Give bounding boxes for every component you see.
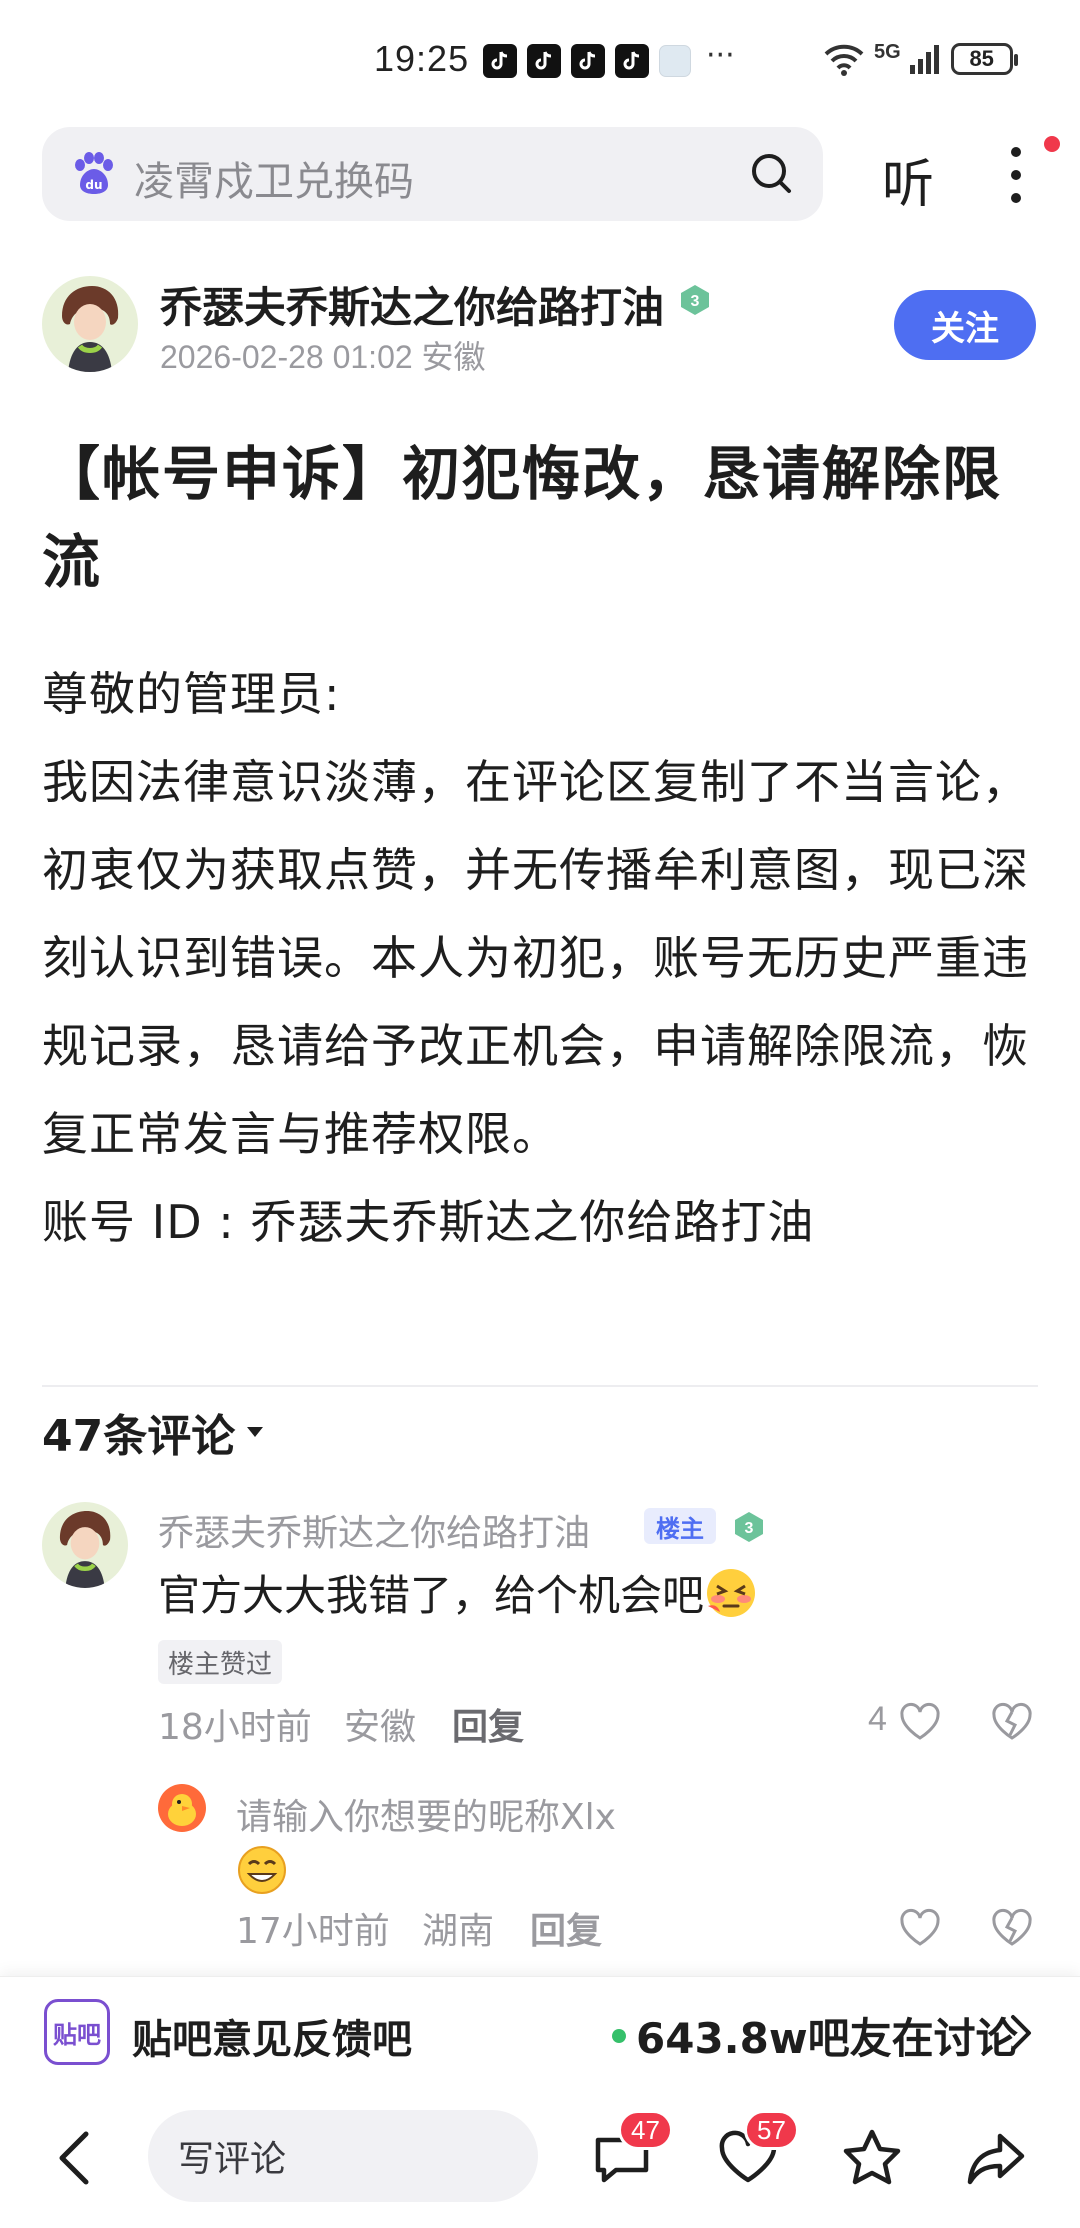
battery-icon: 85	[950, 43, 1018, 75]
comment-count-badge: 47	[618, 2110, 673, 2150]
search-input[interactable]: 凌霄戍卫兑换码	[134, 149, 414, 207]
post-account-id: 账号 ID : 乔瑟夫乔斯达之你给路打油	[42, 1195, 815, 1249]
comment-location: 安徽	[344, 1707, 417, 1748]
svg-text:3: 3	[691, 293, 700, 310]
level-badge-icon: 3	[735, 1512, 763, 1542]
system-indicators: 5G 85	[822, 40, 1018, 76]
post-title: 【帐号申诉】初犯悔改，恳请解除限流	[42, 440, 1003, 596]
forum-logo: 贴吧	[44, 1999, 110, 2065]
like-count: 4	[868, 1700, 887, 1738]
broken-heart-icon[interactable]	[990, 1700, 1034, 1744]
star-icon[interactable]	[840, 2126, 904, 2190]
comment-time: 18小时前	[158, 1707, 312, 1748]
signal-icon	[909, 45, 939, 74]
follow-button[interactable]: 关注	[894, 290, 1036, 360]
forum-entry-bar[interactable]: 贴吧 贴吧意见反馈吧 643.8w吧友在讨论	[0, 1976, 1080, 2088]
caret-down-icon	[247, 1427, 264, 1437]
search-icon[interactable]	[747, 149, 797, 199]
bottom-action-bar: 写评论 47 57	[0, 2088, 1080, 2228]
reply-time: 17小时前	[236, 1911, 390, 1952]
author-name[interactable]: 乔瑟夫乔斯达之你给路打油	[160, 274, 664, 335]
comment-sort-dropdown[interactable]: 47条评论	[42, 1400, 265, 1464]
owner-liked-badge: 楼主赞过	[158, 1640, 283, 1684]
more-notifications-icon: ···	[706, 38, 735, 73]
tiktok-icon	[527, 44, 561, 78]
post-datetime-location: 2026-02-28 01:02 安徽	[160, 339, 486, 375]
app-notification-icon	[659, 45, 691, 77]
tiktok-icon	[571, 44, 605, 78]
reply-avatar[interactable]	[158, 1784, 206, 1832]
broken-heart-icon[interactable]	[990, 1906, 1034, 1950]
reply-button[interactable]: 回复	[530, 1902, 602, 1954]
comment-username[interactable]: 乔瑟夫乔斯达之你给路打油	[158, 1504, 590, 1556]
reply-location: 湖南	[422, 1911, 495, 1952]
listen-button[interactable]: 听	[882, 142, 934, 217]
author-avatar[interactable]	[42, 276, 138, 372]
svg-text:3: 3	[745, 1520, 754, 1537]
notification-icons	[483, 44, 691, 78]
status-bar: 19:25 ··· 5G 85	[0, 0, 1080, 120]
post-greeting: 尊敬的管理员:	[42, 667, 341, 721]
comment-count-label: 47条评论	[42, 1411, 236, 1462]
reply-username[interactable]: 请输入你想要的昵称Xlx	[236, 1788, 616, 1840]
tiktok-icon	[615, 44, 649, 78]
heart-icon[interactable]	[898, 1702, 942, 1742]
tiktok-icon	[483, 44, 517, 78]
more-options-icon[interactable]	[1000, 142, 1032, 208]
smile-emoji-icon	[238, 1846, 286, 1894]
divider	[42, 1385, 1038, 1387]
baidu-paw-icon: du	[75, 152, 113, 194]
back-arrow-icon[interactable]	[52, 2128, 96, 2188]
post-paragraph: 我因法律意识淡薄，在评论区复制了不当言论，初衷仅为获取点赞，并无传播牟利意图，现…	[42, 755, 1029, 1161]
notification-dot	[1044, 136, 1060, 152]
chevron-right-icon[interactable]	[1008, 2013, 1034, 2053]
forum-online-count: 643.8w吧友在讨论	[636, 2014, 1018, 2063]
post-body: 尊敬的管理员: 我因法律意识淡薄，在评论区复制了不当言论，初衷仅为获取点赞，并无…	[42, 650, 1042, 1266]
heart-icon[interactable]	[898, 1908, 942, 1948]
like-count-badge: 57	[744, 2110, 799, 2150]
forum-name[interactable]: 贴吧意见反馈吧	[132, 2007, 412, 2065]
wifi-icon	[824, 44, 864, 76]
owner-badge: 楼主	[644, 1508, 716, 1544]
network-type: 5G	[874, 40, 901, 63]
comment-text-content: 官方大大我错了，给个机会吧	[158, 1571, 705, 1620]
share-icon[interactable]	[964, 2126, 1028, 2190]
svg-text:du: du	[85, 178, 102, 192]
comment-text: 官方大大我错了，给个机会吧	[158, 1562, 758, 1623]
write-comment-input[interactable]: 写评论	[148, 2110, 538, 2202]
comment-avatar[interactable]	[42, 1502, 128, 1588]
reply-button[interactable]: 回复	[452, 1698, 524, 1750]
online-indicator	[612, 2029, 626, 2043]
level-badge-icon: 3	[681, 285, 710, 315]
status-time: 19:25	[374, 38, 470, 79]
embarrassed-emoji-icon	[707, 1568, 756, 1617]
search-bar[interactable]: du 凌霄戍卫兑换码	[42, 127, 823, 221]
